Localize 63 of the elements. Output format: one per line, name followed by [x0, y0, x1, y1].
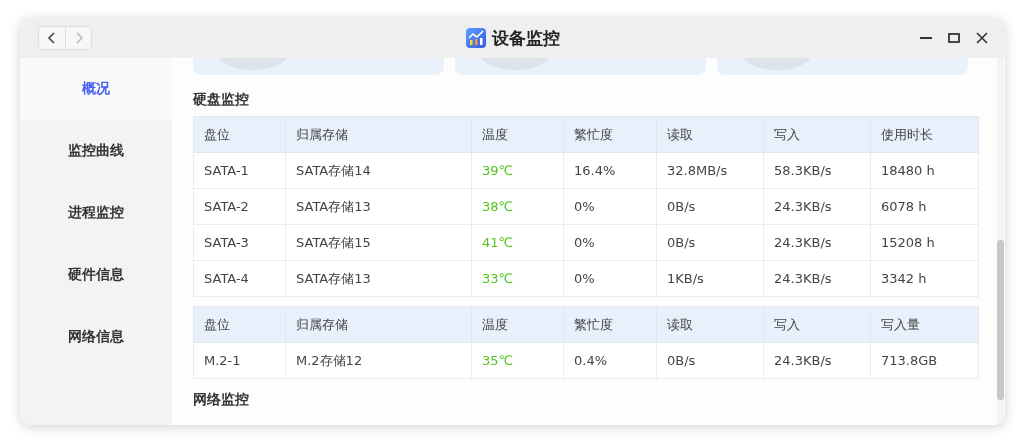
table-cell: 15208 h: [870, 224, 979, 261]
table-cell: 1KB/s: [656, 260, 764, 297]
column-header: 归属存储: [285, 116, 472, 153]
table-cell: M.2存储12: [285, 342, 472, 379]
table-cell: 32.8MB/s: [656, 152, 764, 189]
table-cell: 39℃: [471, 152, 564, 189]
sidebar-item[interactable]: 监控曲线: [20, 120, 172, 182]
window-title: 设备监控: [491, 26, 560, 50]
table-cell: 0B/s: [656, 224, 764, 261]
table-cell: 24.3KB/s: [763, 188, 871, 225]
table-cell: 35℃: [471, 342, 564, 379]
table-cell: SATA-2: [193, 188, 286, 225]
section-title: 网络监控: [193, 390, 250, 408]
table-cell: 16.4%: [563, 152, 657, 189]
column-header: 温度: [471, 116, 564, 153]
table-cell: 0B/s: [656, 188, 764, 225]
column-header: 归属存储: [285, 306, 472, 343]
table-cell: M.2-1: [193, 342, 286, 379]
table-cell: 0%: [563, 224, 657, 261]
table-cell: SATA存储13: [285, 260, 472, 297]
table-cell: 58.3KB/s: [763, 152, 871, 189]
chart-icon: [465, 28, 486, 48]
table-cell: SATA-1: [193, 152, 286, 189]
chevron-right-icon: [73, 31, 84, 45]
close-icon[interactable]: [975, 31, 989, 45]
table-cell: SATA-3: [193, 224, 286, 261]
table-cell: 713.8GB: [870, 342, 979, 379]
sidebar-item[interactable]: 进程监控: [20, 182, 172, 244]
table-cell: SATA存储13: [285, 188, 472, 225]
column-header: 盘位: [193, 306, 286, 343]
table-cell: 6078 h: [870, 188, 979, 225]
column-header: 写入: [763, 116, 871, 153]
table-cell: SATA-4: [193, 260, 286, 297]
table-cell: 24.3KB/s: [763, 224, 871, 261]
table-cell: SATA存储14: [285, 152, 472, 189]
column-header: 使用时长: [870, 116, 979, 153]
table-cell: 38℃: [471, 188, 564, 225]
maximize-icon[interactable]: [947, 31, 961, 45]
section-title: 硬盘监控: [193, 90, 250, 109]
column-header: 读取: [656, 306, 764, 343]
chevron-left-icon: [47, 31, 57, 45]
table-cell: 24.3KB/s: [763, 342, 871, 379]
sidebar-item[interactable]: 概况: [20, 58, 172, 120]
table-cell: 0.4%: [563, 342, 657, 379]
column-header: 盘位: [193, 116, 286, 153]
column-header: 繁忙度: [563, 306, 657, 343]
sidebar-item[interactable]: 网络信息: [20, 306, 172, 368]
sidebar-item[interactable]: 硬件信息: [20, 244, 172, 306]
table-cell: 3342 h: [870, 260, 979, 297]
column-header: 写入: [763, 306, 871, 343]
table-cell: 18480 h: [870, 152, 979, 189]
column-header: 写入量: [870, 306, 979, 343]
table-cell: 0B/s: [656, 342, 764, 379]
table-cell: 33℃: [471, 260, 564, 297]
table-cell: 0%: [563, 188, 657, 225]
table-cell: SATA存储15: [285, 224, 472, 261]
column-header: 温度: [471, 306, 564, 343]
table-cell: 0%: [563, 260, 657, 297]
column-header: 繁忙度: [563, 116, 657, 153]
column-header: 读取: [656, 116, 764, 153]
table-cell: 41℃: [471, 224, 564, 261]
table-cell: 24.3KB/s: [763, 260, 871, 297]
scrollbar-thumb[interactable]: [997, 240, 1004, 400]
